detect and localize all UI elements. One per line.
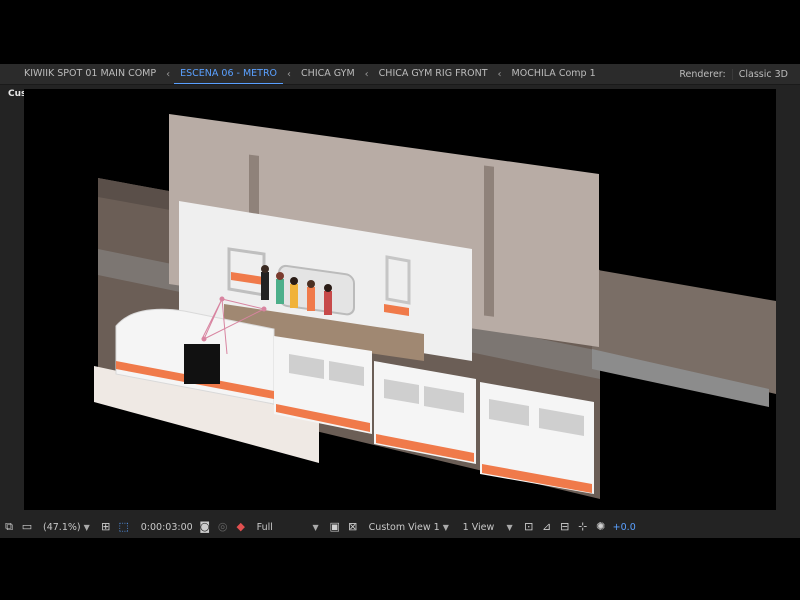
composition-tab-bar: KIWIIK SPOT 01 MAIN COMP ‹ ESCENA 06 - M… <box>0 64 800 85</box>
renderer-label: Renderer: <box>679 68 726 80</box>
chevron-left-icon: ‹ <box>287 68 292 80</box>
tab-chica-gym-rig[interactable]: CHICA GYM RIG FRONT <box>373 64 494 84</box>
renderer-value[interactable]: Classic 3D <box>731 68 794 80</box>
region-icon[interactable]: ⬚ <box>118 521 130 533</box>
chevron-left-icon: ‹ <box>497 68 502 80</box>
show-snapshot-icon[interactable]: ◎ <box>217 521 229 533</box>
toggle-pixel-icon[interactable]: ⊡ <box>523 521 535 533</box>
view-dropdown[interactable]: Custom View 1 ▼ <box>365 522 453 533</box>
tab-kiwiik-spot[interactable]: KIWIIK SPOT 01 MAIN COMP <box>18 64 162 84</box>
chevron-down-icon: ▼ <box>442 522 449 532</box>
exposure-value[interactable]: +0.0 <box>613 522 636 533</box>
crop-icon[interactable]: ⊞ <box>100 521 112 533</box>
chevron-down-icon: ▼ <box>83 522 90 532</box>
transparency-grid-icon[interactable]: ⊠ <box>347 521 359 533</box>
composition-viewport[interactable] <box>24 89 776 510</box>
chevron-left-icon: ‹ <box>364 68 369 80</box>
chevron-down-icon: ▼ <box>506 522 513 532</box>
view-value: Custom View 1 <box>368 521 440 533</box>
roi-icon[interactable]: ▣ <box>329 521 341 533</box>
layout-dropdown[interactable]: 1 View ▼ <box>459 522 517 533</box>
composition-panel: KIWIIK SPOT 01 MAIN COMP ‹ ESCENA 06 - M… <box>0 64 800 538</box>
timeline-icon[interactable]: ⊟ <box>559 521 571 533</box>
resolution-dropdown[interactable]: Full ▼ <box>253 522 323 533</box>
zoom-value: (47.1%) <box>43 521 81 533</box>
reset-exposure-icon[interactable]: ✺ <box>595 521 607 533</box>
zoom-dropdown[interactable]: (47.1%) ▼ <box>39 522 94 533</box>
flowchart-icon[interactable]: ⊹ <box>577 521 589 533</box>
scene-canvas <box>94 114 776 499</box>
monitor-icon[interactable]: ▭ <box>21 521 33 533</box>
timecode[interactable]: 0:00:03:00 <box>141 522 193 533</box>
always-preview-icon[interactable]: ⧉ <box>3 521 15 533</box>
tab-mochila[interactable]: MOCHILA Comp 1 <box>506 64 602 84</box>
layout-value: 1 View <box>462 521 495 533</box>
tab-chica-gym[interactable]: CHICA GYM <box>295 64 361 84</box>
chevron-left-icon: ‹ <box>166 68 171 80</box>
renderer-control: Renderer: Classic 3D <box>679 64 794 84</box>
tab-escena-metro[interactable]: ESCENA 06 - METRO <box>174 65 284 84</box>
viewer-toolbar: ⧉ ▭ (47.1%) ▼ ⊞ ⬚ 0:00:03:00 ◙ ◎ ◆ Full … <box>0 516 800 538</box>
fast-preview-icon[interactable]: ⊿ <box>541 521 553 533</box>
color-icon[interactable]: ◆ <box>235 521 247 533</box>
chevron-down-icon: ▼ <box>312 522 319 532</box>
resolution-value: Full <box>256 521 273 533</box>
camera-icon[interactable]: ◙ <box>199 521 211 533</box>
